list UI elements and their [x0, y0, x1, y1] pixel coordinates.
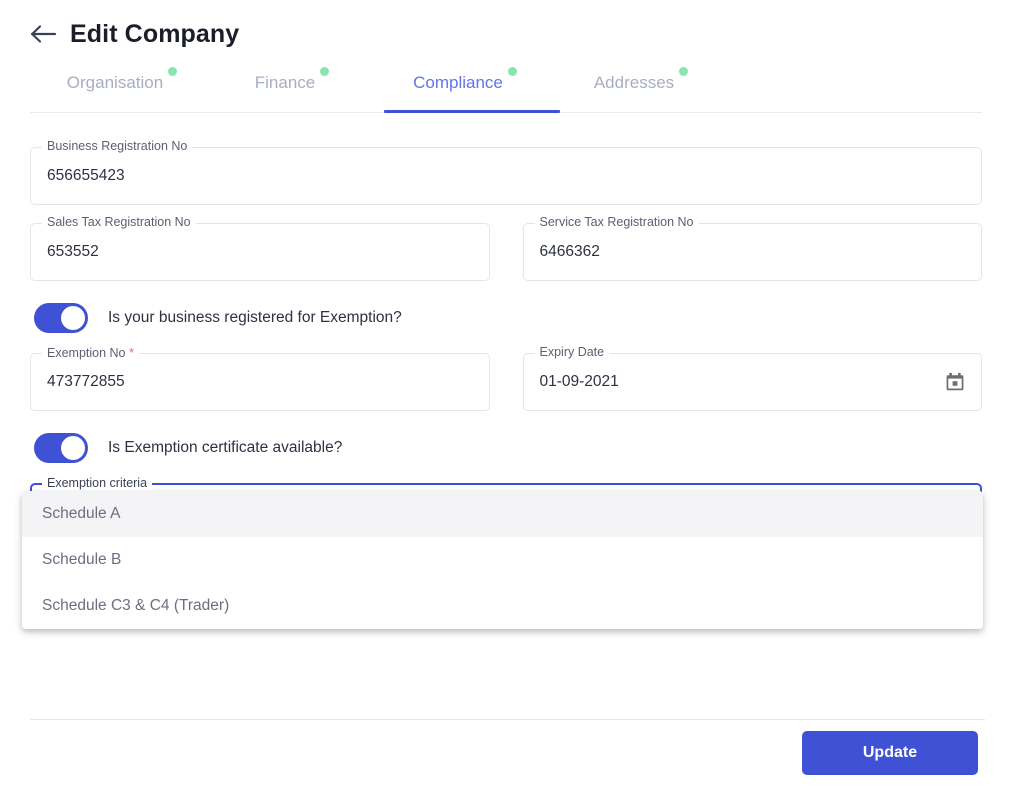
exemption-criteria-label: Exemption criteria: [42, 477, 153, 490]
exemption-registered-toggle[interactable]: [34, 303, 88, 333]
page-title: Edit Company: [70, 19, 240, 48]
calendar-icon[interactable]: [945, 372, 965, 392]
business-registration-label: Business Registration No: [42, 140, 193, 153]
certificate-available-toggle-row: Is Exemption certificate available?: [34, 433, 982, 463]
expiry-date-input[interactable]: [539, 373, 937, 391]
service-tax-registration-label: Service Tax Registration No: [534, 216, 699, 229]
form-row-business-registration: Business Registration No: [30, 140, 982, 205]
footer-divider: [30, 719, 985, 720]
exemption-criteria-dropdown: Schedule A Schedule B Schedule C3 & C4 (…: [22, 491, 983, 629]
sales-tax-registration-field[interactable]: Sales Tax Registration No: [30, 216, 490, 281]
tab-finance[interactable]: Finance: [200, 67, 370, 93]
certificate-available-toggle[interactable]: [34, 433, 88, 463]
service-tax-registration-input[interactable]: [539, 243, 937, 261]
form-row-exemption: Exemption No * Expiry Date: [30, 346, 982, 411]
tab-addresses-label: Addresses: [593, 73, 675, 92]
tab-addresses[interactable]: Addresses: [546, 67, 722, 93]
compliance-form: Business Registration No Sales Tax Regis…: [0, 113, 1014, 633]
dropdown-option-label: Schedule A: [42, 505, 121, 522]
required-asterisk: *: [129, 345, 135, 360]
tab-compliance[interactable]: Compliance: [370, 67, 546, 93]
certificate-available-toggle-label: Is Exemption certificate available?: [108, 439, 343, 456]
tab-status-dot-icon: [320, 67, 330, 76]
tab-active-indicator: [384, 110, 560, 113]
dropdown-option-schedule-b[interactable]: Schedule B: [22, 537, 983, 583]
footer-actions: Update: [802, 731, 978, 775]
exemption-no-input[interactable]: [47, 373, 445, 391]
tab-status-dot-icon: [168, 67, 178, 76]
tab-organisation-label: Organisation: [66, 73, 164, 92]
tab-bar: Organisation Finance Compliance Addresse…: [0, 67, 1014, 113]
tab-compliance-label: Compliance: [413, 73, 503, 92]
toggle-knob: [61, 306, 85, 330]
tab-status-dot-icon: [507, 67, 517, 76]
dropdown-option-schedule-a[interactable]: Schedule A: [22, 491, 983, 537]
tab-organisation[interactable]: Organisation: [30, 67, 200, 93]
exemption-criteria-zone: Exemption criteria Schedule A Schedule B…: [22, 477, 983, 633]
business-registration-input[interactable]: [47, 167, 937, 185]
back-arrow-icon[interactable]: [28, 19, 58, 49]
business-registration-field[interactable]: Business Registration No: [30, 140, 982, 205]
dropdown-option-label: Schedule B: [42, 551, 122, 568]
update-button[interactable]: Update: [802, 731, 978, 775]
expiry-date-label: Expiry Date: [534, 346, 610, 359]
dropdown-option-label: Schedule C3 & C4 (Trader): [42, 597, 230, 614]
sales-tax-registration-input[interactable]: [47, 243, 445, 261]
expiry-date-field[interactable]: Expiry Date: [522, 346, 982, 411]
exemption-no-label: Exemption No *: [42, 345, 140, 360]
exemption-registered-toggle-row: Is your business registered for Exemptio…: [34, 303, 982, 333]
exemption-no-field[interactable]: Exemption No *: [30, 346, 490, 411]
toggle-knob: [61, 436, 85, 460]
dropdown-option-schedule-c3-c4[interactable]: Schedule C3 & C4 (Trader): [22, 583, 983, 629]
page-header: Edit Company: [0, 0, 1014, 48]
tab-finance-label: Finance: [254, 73, 316, 92]
form-row-tax-registration: Sales Tax Registration No Service Tax Re…: [30, 216, 982, 281]
tab-status-dot-icon: [679, 67, 689, 76]
exemption-registered-toggle-label: Is your business registered for Exemptio…: [108, 309, 402, 326]
sales-tax-registration-label: Sales Tax Registration No: [42, 216, 196, 229]
service-tax-registration-field[interactable]: Service Tax Registration No: [522, 216, 982, 281]
